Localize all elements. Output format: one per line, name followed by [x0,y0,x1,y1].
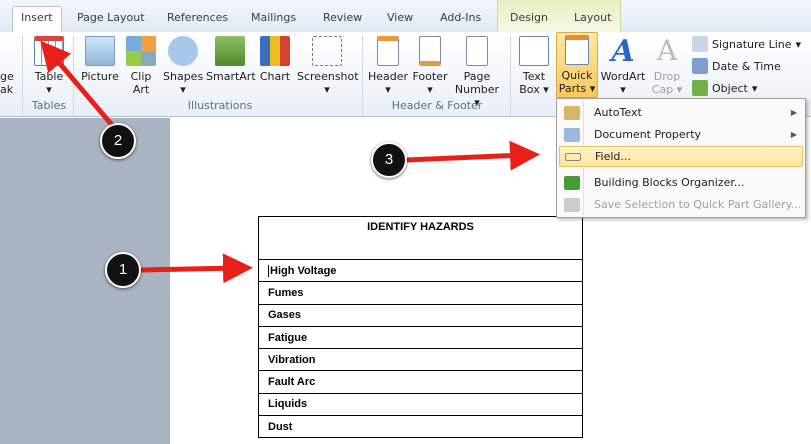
callout-1: 1 [105,252,141,288]
arrow-2 [40,40,114,127]
arrow-3 [405,140,540,171]
callout-2: 2 [100,123,136,159]
callout-3: 3 [371,142,407,178]
annotation-arrows [40,40,540,284]
arrow-1 [139,253,253,284]
